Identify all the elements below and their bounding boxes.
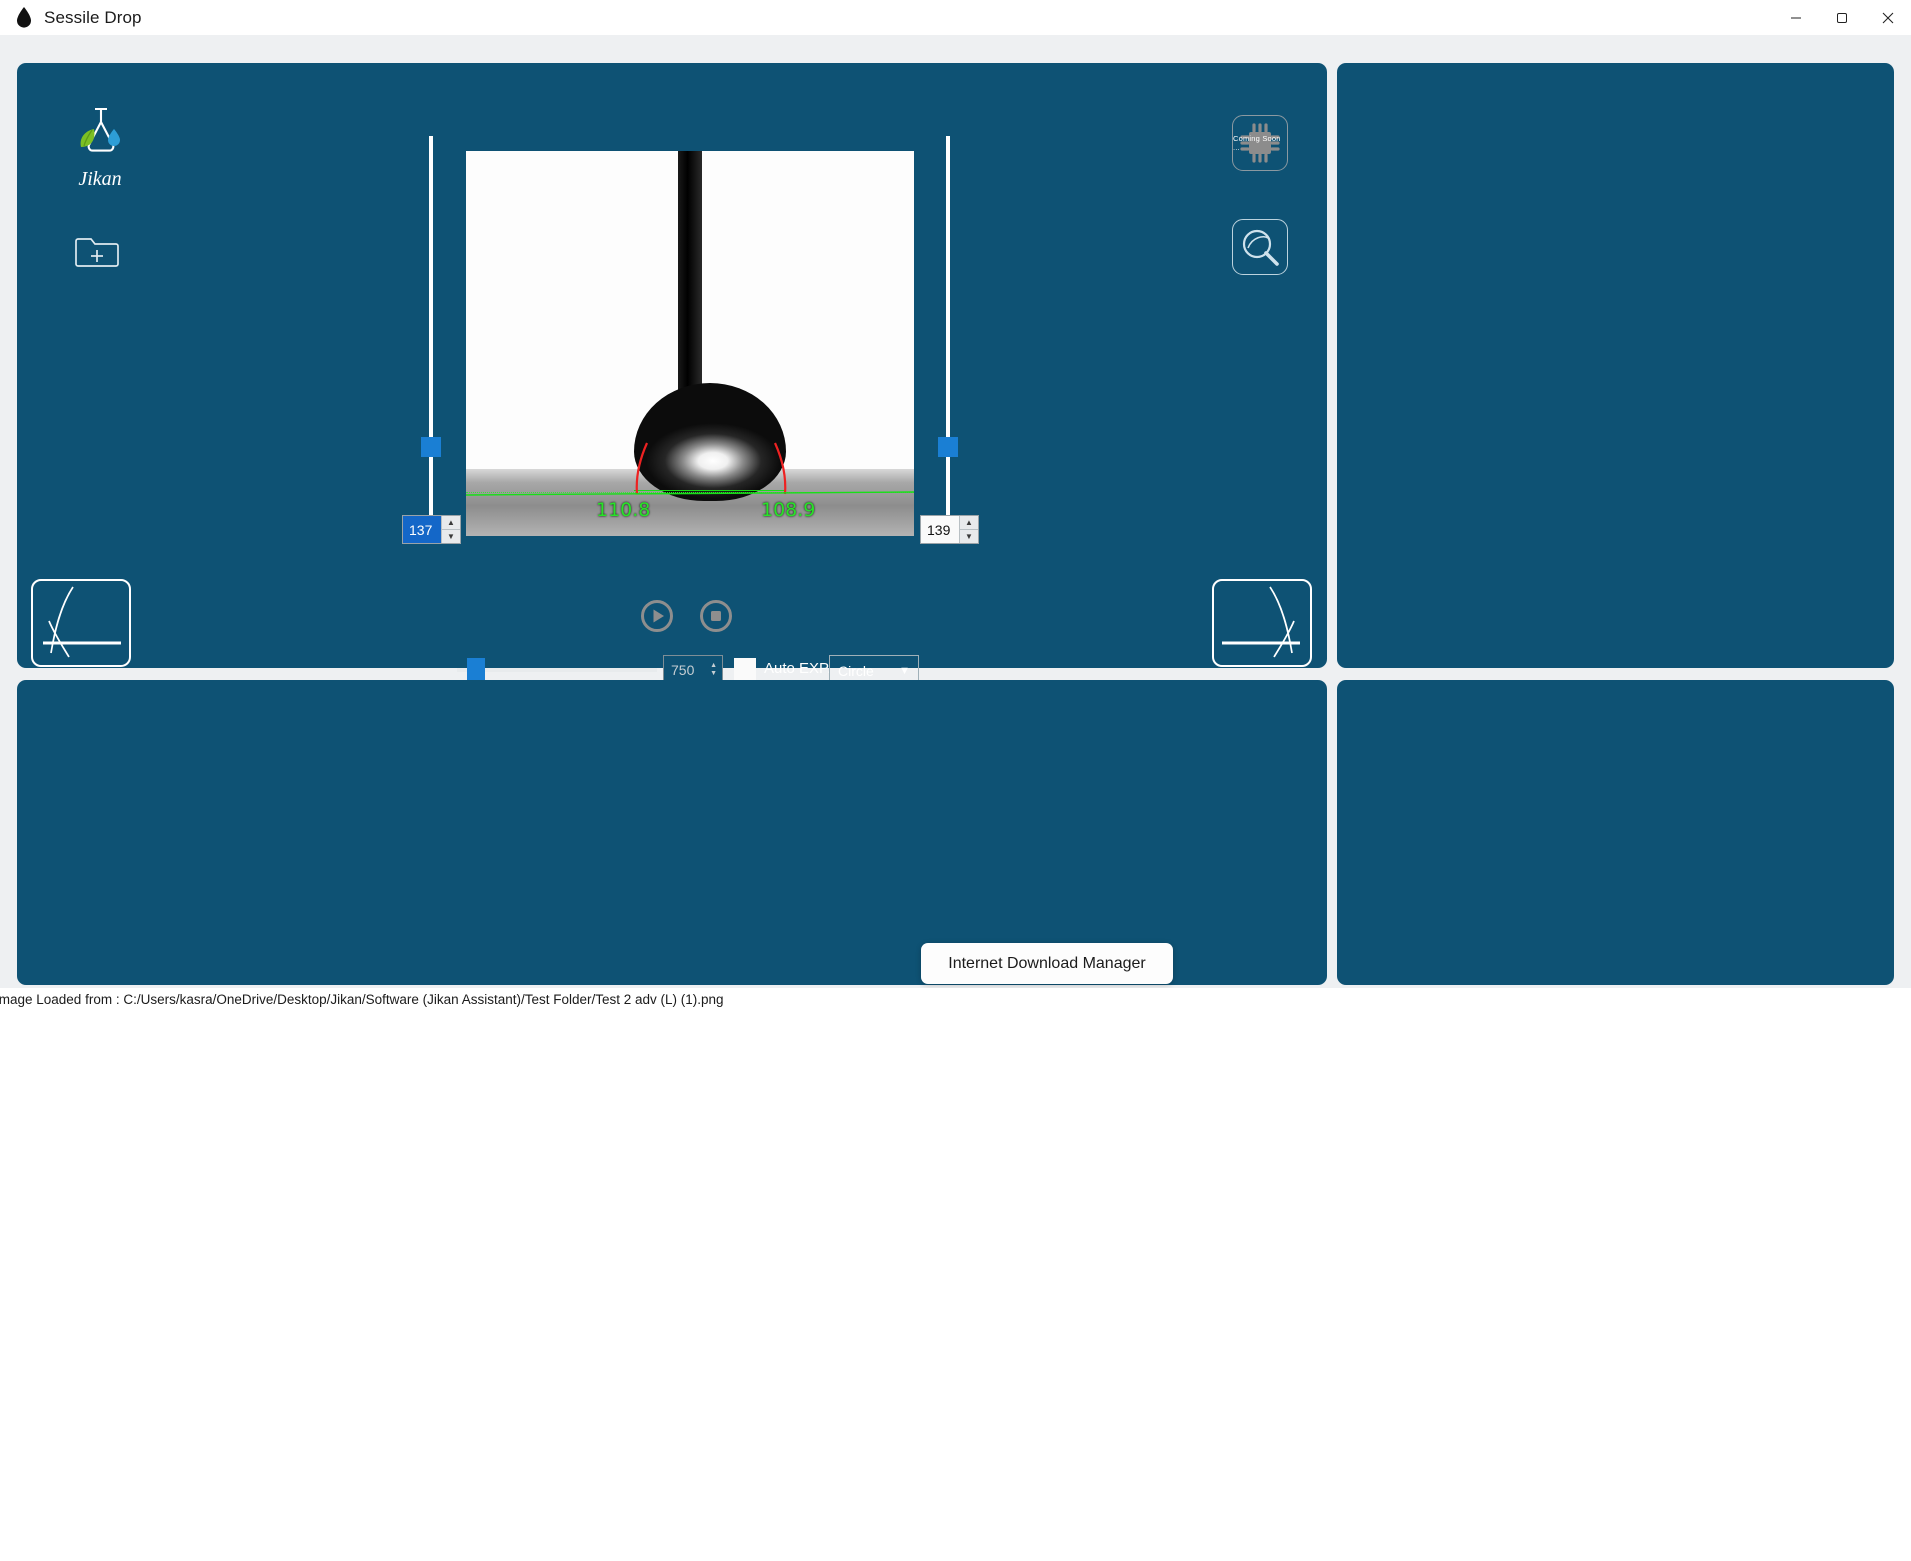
left-contact-angle-profile [31,579,131,667]
left-roi-spin-down[interactable]: ▼ [442,529,460,543]
tools-panel: REC [1337,680,1894,985]
right-roi-spin-arrows[interactable]: ▲ ▼ [959,516,978,543]
left-roi-spinbox[interactable]: 137 ▲ ▼ [402,515,461,544]
status-bar: Image Loaded from : C:/Users/kasra/OneDr… [0,988,1911,1010]
status-message: Image Loaded from : C:/Users/kasra/OneDr… [0,991,724,1007]
right-contact-angle-profile [1212,579,1312,667]
app-body: Jikan 110.8 108.9 137 ▲ ▼ 139 ▲ ▼ Coming… [0,35,1911,988]
control-panel: Syringe 100 ▼ µL Injection 1 ▼ µL/s Port… [1337,63,1894,668]
minimize-button[interactable] [1773,0,1819,35]
baseline-dotted [466,492,914,493]
close-button[interactable] [1865,0,1911,35]
right-contact-angle-label: 108.9 [761,499,816,521]
right-roi-value[interactable]: 139 [921,516,959,543]
right-roi-spin-down[interactable]: ▼ [960,529,978,543]
auto-exposure-checkbox[interactable] [734,658,756,680]
video-panel: Jikan 110.8 108.9 137 ▲ ▼ 139 ▲ ▼ Coming… [17,63,1327,686]
exposure-slider-handle[interactable] [467,658,485,682]
title-bar: Sessile Drop [0,0,1911,35]
window-buttons [1773,0,1911,35]
right-roi-slider-handle[interactable] [938,437,958,457]
left-roi-slider-track[interactable] [429,136,433,526]
auto-exposure-label: Auto EXP. [764,660,832,677]
exposure-slider-track[interactable] [457,658,657,682]
app-logo: Jikan [55,103,145,191]
left-roi-slider-handle[interactable] [421,437,441,457]
drop-image-view[interactable]: 110.8 108.9 [466,151,914,536]
new-folder-icon[interactable] [75,231,121,271]
left-roi-value[interactable]: 137 [403,516,441,543]
exposure-value: 750 [671,662,695,678]
left-contact-angle-label: 110.8 [596,499,651,521]
drop-chord-line [634,490,786,491]
taskbar-tooltip: Internet Download Manager [921,943,1173,984]
fit-shape-value: Circle [838,662,874,679]
stop-icon[interactable] [700,600,732,632]
exposure-spin-arrows[interactable]: ▲ ▼ [710,662,717,678]
right-roi-spinbox[interactable]: 139 ▲ ▼ [920,515,979,544]
droplet-icon [14,7,34,29]
play-icon[interactable] [641,600,673,632]
window-title: Sessile Drop [44,7,142,27]
flask-leaf-droplet-logo [80,107,120,152]
results-panel[interactable] [17,680,1327,985]
left-roi-spin-arrows[interactable]: ▲ ▼ [441,516,460,543]
magnifier-icon[interactable] [1232,219,1288,275]
ai-chip-icon[interactable]: Coming Soon ... [1232,115,1288,171]
ai-coming-soon-label: Coming Soon ... [1233,134,1281,152]
logo-label: Jikan [78,168,122,190]
left-roi-spin-up[interactable]: ▲ [442,516,460,529]
right-roi-slider-track[interactable] [946,136,950,526]
maximize-button[interactable] [1819,0,1865,35]
right-roi-spin-up[interactable]: ▲ [960,516,978,529]
chevron-down-icon: ▼ [899,664,910,677]
